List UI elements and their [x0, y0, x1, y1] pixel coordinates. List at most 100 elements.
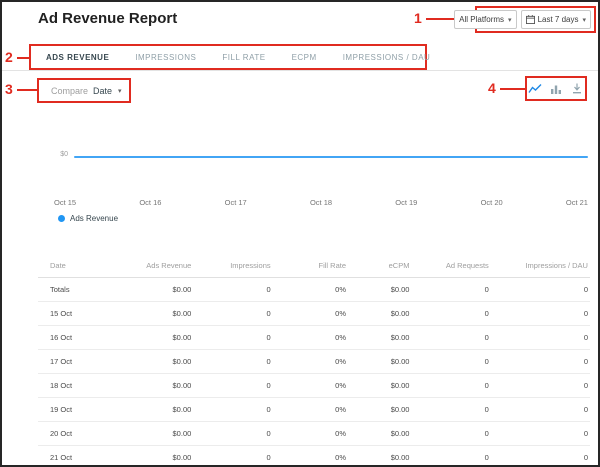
- tab-impressions[interactable]: IMPRESSIONS: [135, 53, 196, 62]
- annotation-box-tabs: ADS REVENUE IMPRESSIONS FILL RATE ECPM I…: [29, 44, 427, 70]
- column-header-ads-revenue[interactable]: Ads Revenue: [110, 261, 193, 270]
- legend-item-ads-revenue[interactable]: Ads Revenue: [58, 214, 118, 223]
- cell-impressions: 0: [193, 381, 272, 390]
- cell-fill-rate: 0%: [273, 453, 348, 462]
- cell-ads-revenue: $0.00: [110, 381, 193, 390]
- x-axis-tick: Oct 16: [139, 198, 161, 207]
- platform-filter-dropdown[interactable]: All Platforms ▾: [454, 10, 516, 29]
- cell-ecpm: $0.00: [348, 285, 411, 294]
- annotation-number-2: 2: [5, 50, 13, 64]
- cell-ecpm: $0.00: [348, 309, 411, 318]
- cell-impressions-dau: 0: [491, 429, 590, 438]
- tab-impressions-dau[interactable]: IMPRESSIONS / DAU: [343, 53, 431, 62]
- annotation-number-3: 3: [5, 82, 13, 96]
- annotation-line-3: [17, 89, 37, 91]
- line-chart-icon: [528, 83, 542, 95]
- chart-series-line: [74, 156, 588, 158]
- cell-impressions-dau: 0: [491, 333, 590, 342]
- cell-ecpm: $0.00: [348, 357, 411, 366]
- x-axis-tick: Oct 20: [481, 198, 503, 207]
- cell-impressions: 0: [193, 453, 272, 462]
- table-row: 17 Oct $0.00 0 0% $0.00 0 0: [38, 350, 590, 374]
- cell-impressions: 0: [193, 285, 272, 294]
- cell-ecpm: $0.00: [348, 453, 411, 462]
- x-axis-tick: Oct 15: [54, 198, 76, 207]
- cell-ad-requests: 0: [411, 381, 490, 390]
- x-axis-tick: Oct 21: [566, 198, 588, 207]
- tabs-divider: [2, 70, 598, 71]
- cell-ad-requests: 0: [411, 405, 490, 414]
- cell-fill-rate: 0%: [273, 357, 348, 366]
- chart-type-bar-button[interactable]: [548, 82, 563, 96]
- column-header-date[interactable]: Date: [38, 261, 110, 270]
- cell-fill-rate: 0%: [273, 429, 348, 438]
- chart-type-line-button[interactable]: [527, 82, 542, 96]
- cell-ads-revenue: $0.00: [110, 333, 193, 342]
- x-axis-tick: Oct 17: [225, 198, 247, 207]
- cell-impressions: 0: [193, 429, 272, 438]
- table-row: 20 Oct $0.00 0 0% $0.00 0 0: [38, 422, 590, 446]
- cell-ecpm: $0.00: [348, 333, 411, 342]
- cell-impressions-dau: 0: [491, 381, 590, 390]
- compare-label: Compare: [51, 86, 88, 96]
- legend-label: Ads Revenue: [70, 214, 118, 223]
- tab-ecpm[interactable]: ECPM: [292, 53, 317, 62]
- cell-date: 18 Oct: [38, 381, 110, 390]
- download-icon: [572, 83, 582, 94]
- annotation-box-filters: All Platforms ▾ Last 7 days ▾: [475, 6, 596, 33]
- cell-impressions-dau: 0: [491, 357, 590, 366]
- cell-ecpm: $0.00: [348, 405, 411, 414]
- cell-ecpm: $0.00: [348, 429, 411, 438]
- cell-date: Totals: [38, 285, 110, 294]
- column-header-impressions-dau[interactable]: Impressions / DAU: [491, 261, 590, 270]
- cell-ads-revenue: $0.00: [110, 453, 193, 462]
- cell-ecpm: $0.00: [348, 381, 411, 390]
- date-range-dropdown[interactable]: Last 7 days ▾: [521, 10, 591, 29]
- cell-ad-requests: 0: [411, 309, 490, 318]
- cell-date: 20 Oct: [38, 429, 110, 438]
- column-header-impressions[interactable]: Impressions: [193, 261, 272, 270]
- cell-impressions: 0: [193, 405, 272, 414]
- date-range-value: Last 7 days: [538, 15, 579, 24]
- compare-dropdown[interactable]: Date: [93, 86, 112, 96]
- cell-ad-requests: 0: [411, 429, 490, 438]
- cell-date: 17 Oct: [38, 357, 110, 366]
- cell-fill-rate: 0%: [273, 309, 348, 318]
- cell-fill-rate: 0%: [273, 405, 348, 414]
- tab-fill-rate[interactable]: FILL RATE: [222, 53, 265, 62]
- cell-impressions-dau: 0: [491, 405, 590, 414]
- cell-date: 21 Oct: [38, 453, 110, 462]
- x-axis-tick: Oct 18: [310, 198, 332, 207]
- cell-ad-requests: 0: [411, 453, 490, 462]
- download-button[interactable]: [570, 82, 585, 96]
- cell-impressions-dau: 0: [491, 285, 590, 294]
- page-title: Ad Revenue Report: [38, 10, 177, 27]
- table-row: 18 Oct $0.00 0 0% $0.00 0 0: [38, 374, 590, 398]
- annotation-line-4: [500, 88, 525, 90]
- cell-impressions: 0: [193, 333, 272, 342]
- platform-filter-value: All Platforms: [459, 15, 504, 24]
- chevron-down-icon: ▾: [508, 16, 512, 24]
- bar-chart-icon: [550, 83, 562, 95]
- cell-ad-requests: 0: [411, 333, 490, 342]
- column-header-ecpm[interactable]: eCPM: [348, 261, 411, 270]
- column-header-fill-rate[interactable]: Fill Rate: [273, 261, 348, 270]
- annotation-line-2: [17, 57, 29, 59]
- cell-date: 16 Oct: [38, 333, 110, 342]
- column-header-ad-requests[interactable]: Ad Requests: [411, 261, 490, 270]
- legend-dot-icon: [58, 215, 65, 222]
- cell-date: 19 Oct: [38, 405, 110, 414]
- table-row: 16 Oct $0.00 0 0% $0.00 0 0: [38, 326, 590, 350]
- table-row: 21 Oct $0.00 0 0% $0.00 0 0: [38, 446, 590, 467]
- cell-ads-revenue: $0.00: [110, 405, 193, 414]
- cell-impressions-dau: 0: [491, 309, 590, 318]
- chevron-down-icon: ▾: [118, 87, 122, 95]
- tab-ads-revenue[interactable]: ADS REVENUE: [46, 53, 109, 62]
- annotation-box-compare: Compare Date ▾: [37, 78, 131, 103]
- annotation-number-1: 1: [414, 11, 422, 25]
- calendar-icon: [526, 15, 535, 24]
- table-header-row: Date Ads Revenue Impressions Fill Rate e…: [38, 253, 590, 278]
- cell-ad-requests: 0: [411, 285, 490, 294]
- cell-impressions-dau: 0: [491, 453, 590, 462]
- x-axis-tick: Oct 19: [395, 198, 417, 207]
